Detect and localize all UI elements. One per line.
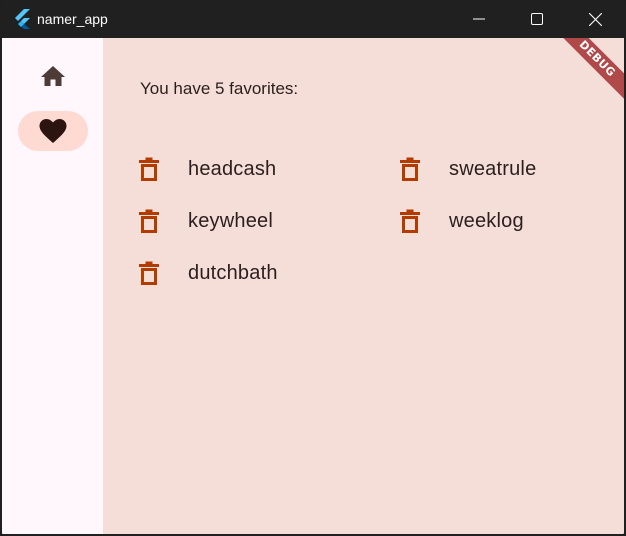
favorite-word: weeklog	[449, 209, 524, 232]
minimize-icon	[473, 18, 485, 20]
heart-icon	[39, 118, 67, 143]
favorite-list-item: headcash	[138, 151, 276, 187]
trash-icon	[139, 209, 159, 233]
home-icon	[41, 66, 65, 86]
trash-icon	[139, 261, 159, 285]
favorite-list-item: sweatrule	[399, 151, 536, 187]
title-bar[interactable]: namer_app	[0, 0, 626, 38]
trash-icon	[139, 157, 159, 181]
favorite-list-item: keywheel	[138, 203, 273, 239]
app-window: namer_app You have 5 favorites: headcash…	[0, 0, 626, 536]
favorites-count-text: You have 5 favorites:	[140, 79, 299, 98]
delete-button[interactable]	[138, 208, 160, 234]
favorite-word: keywheel	[188, 209, 273, 232]
window-title: namer_app	[37, 11, 108, 27]
minimize-button[interactable]	[450, 0, 508, 38]
favorite-list-item: dutchbath	[138, 255, 278, 291]
window-border-left	[0, 38, 2, 536]
delete-button[interactable]	[399, 156, 421, 182]
favorite-word: sweatrule	[449, 157, 537, 180]
favorite-word: dutchbath	[188, 261, 278, 284]
favorites-page: You have 5 favorites: headcash sweatrule…	[103, 38, 624, 534]
flutter-logo-icon	[13, 9, 31, 29]
trash-icon	[400, 157, 420, 181]
nav-favorites-button[interactable]	[18, 111, 88, 151]
delete-button[interactable]	[138, 260, 160, 286]
favorite-word: headcash	[188, 157, 277, 180]
maximize-icon	[531, 13, 543, 25]
delete-button[interactable]	[138, 156, 160, 182]
maximize-button[interactable]	[508, 0, 566, 38]
navigation-rail	[2, 38, 103, 534]
trash-icon	[400, 209, 420, 233]
close-button[interactable]	[566, 0, 624, 38]
delete-button[interactable]	[399, 208, 421, 234]
app-content: You have 5 favorites: headcash sweatrule…	[2, 38, 624, 534]
close-icon	[588, 12, 602, 26]
nav-home-button[interactable]	[18, 56, 88, 96]
favorite-list-item: weeklog	[399, 203, 524, 239]
